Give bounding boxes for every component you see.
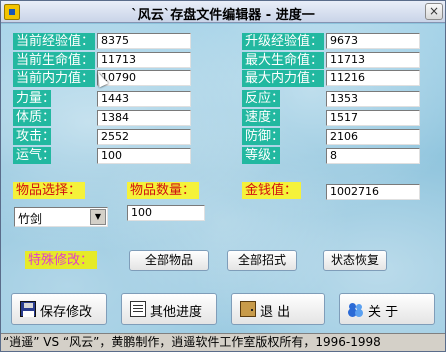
- restore-status-button[interactable]: 状态恢复: [323, 250, 387, 271]
- item-quantity-label: 物品数量：: [127, 182, 200, 199]
- money-input[interactable]: 1002716: [326, 184, 420, 200]
- special-modify-label: 特殊修改：: [25, 251, 98, 269]
- max-hp-label: 最大生命值：: [242, 52, 324, 69]
- other-progress-label: 其他进度: [150, 305, 203, 320]
- max-mp-label: 最大内力值：: [242, 70, 324, 87]
- speed-label: 速度：: [242, 109, 284, 126]
- editor-window: `风云`存盘文件编辑器 - 进度一 × 当前经验值： 8375 当前生命值： 1…: [0, 0, 446, 352]
- floppy-disk-icon: [20, 301, 36, 317]
- luck-input[interactable]: 100: [97, 148, 191, 164]
- all-items-button[interactable]: 全部物品: [129, 250, 209, 271]
- levelup-exp-label: 升级经验值：: [242, 33, 324, 50]
- window-title: `风云`存盘文件编辑器 - 进度一: [131, 8, 315, 23]
- current-exp-input[interactable]: 8375: [97, 33, 191, 49]
- defense-input[interactable]: 2106: [326, 129, 420, 145]
- current-exp-label: 当前经验值：: [13, 33, 95, 50]
- reaction-input[interactable]: 1353: [326, 91, 420, 107]
- other-progress-button[interactable]: 其他进度: [121, 293, 217, 325]
- attack-input[interactable]: 2552: [97, 129, 191, 145]
- item-select-label: 物品选择：: [13, 182, 86, 199]
- reaction-label: 反应：: [242, 90, 284, 107]
- document-icon: [130, 301, 146, 317]
- current-hp-input[interactable]: 11713: [97, 52, 191, 68]
- about-button[interactable]: 关 于: [339, 293, 435, 325]
- people-icon: [348, 301, 364, 317]
- exit-button-label: 退 出: [260, 305, 291, 320]
- current-mp-input[interactable]: 10790: [97, 70, 191, 86]
- title-bar[interactable]: `风云`存盘文件编辑器 - 进度一 ×: [1, 1, 445, 23]
- door-icon: [240, 301, 256, 317]
- close-button[interactable]: ×: [425, 3, 443, 20]
- save-button[interactable]: 保存修改: [11, 293, 107, 325]
- chevron-down-icon[interactable]: ▼: [90, 209, 106, 225]
- constitution-input[interactable]: 1384: [97, 110, 191, 126]
- current-hp-label: 当前生命值：: [13, 52, 95, 69]
- exit-button[interactable]: 退 出: [231, 293, 325, 325]
- item-quantity-input[interactable]: 100: [127, 205, 205, 221]
- constitution-label: 体质：: [13, 109, 55, 126]
- item-select-dropdown[interactable]: 竹剑 ▼: [14, 207, 108, 227]
- current-mp-label: 当前内力值：: [13, 70, 95, 87]
- about-button-label: 关 于: [368, 305, 399, 320]
- money-label: 金钱值：: [242, 182, 302, 199]
- max-hp-input[interactable]: 11713: [326, 52, 420, 68]
- levelup-exp-input[interactable]: 9673: [326, 33, 420, 49]
- save-button-label: 保存修改: [40, 305, 93, 320]
- max-mp-input[interactable]: 11216: [326, 70, 420, 86]
- status-bar: “逍遥” VS “风云”，黄鹏制作，逍遥软件工作室版权所有，1996-1998: [1, 333, 445, 351]
- defense-label: 防御：: [242, 128, 284, 145]
- attack-label: 攻击：: [13, 128, 55, 145]
- level-input[interactable]: 8: [326, 148, 420, 164]
- strength-label: 力量：: [13, 90, 55, 107]
- all-moves-button[interactable]: 全部招式: [227, 250, 297, 271]
- luck-label: 运气：: [13, 147, 55, 164]
- client-area: 当前经验值： 8375 当前生命值： 11713 当前内力值： 10790 力量…: [1, 24, 445, 351]
- item-select-value: 竹剑: [18, 212, 43, 226]
- level-label: 等级：: [242, 147, 284, 164]
- strength-input[interactable]: 1443: [97, 91, 191, 107]
- speed-input[interactable]: 1517: [326, 110, 420, 126]
